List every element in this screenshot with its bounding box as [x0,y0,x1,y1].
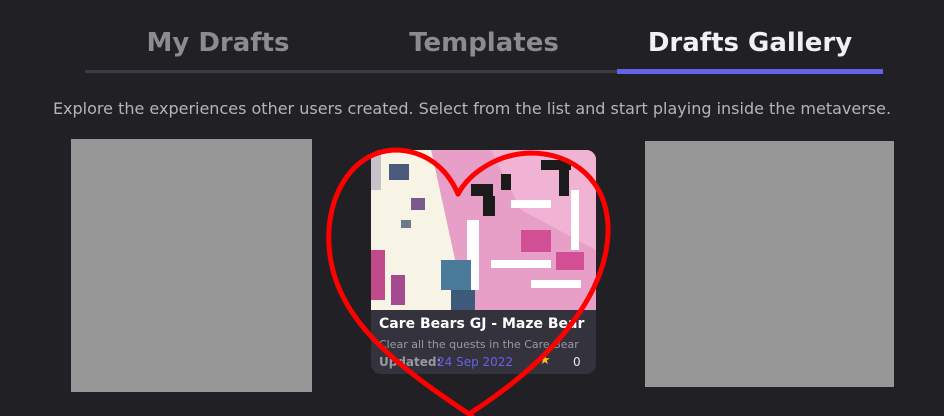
tab-my-drafts[interactable]: My Drafts [85,28,351,74]
gallery-card-placeholder-right[interactable] [645,141,894,387]
card-description: Clear all the quests in the Care Bear [379,338,579,351]
updated-date: 24 Sep 2022 [437,355,514,369]
gallery-card-placeholder-left[interactable] [71,139,312,392]
star-icon[interactable]: ★ [539,353,551,368]
likes-count: 0 [573,355,581,369]
card-meta: Updated: 24 Sep 2022 ★ 0 [379,353,584,371]
card-title: Care Bears GJ - Maze Bear [379,316,585,332]
tab-bar: My Drafts Templates Drafts Gallery [85,28,883,74]
gallery-description: Explore the experiences other users crea… [52,99,892,118]
gallery-card[interactable]: Care Bears GJ - Maze Bear Clear all the … [371,150,596,374]
maze-thumbnail-image [371,150,596,310]
tab-drafts-gallery[interactable]: Drafts Gallery [617,28,883,74]
tab-active-indicator [617,69,883,74]
tab-templates[interactable]: Templates [351,28,617,74]
updated-label: Updated: [379,355,442,369]
card-thumbnail [371,150,596,310]
